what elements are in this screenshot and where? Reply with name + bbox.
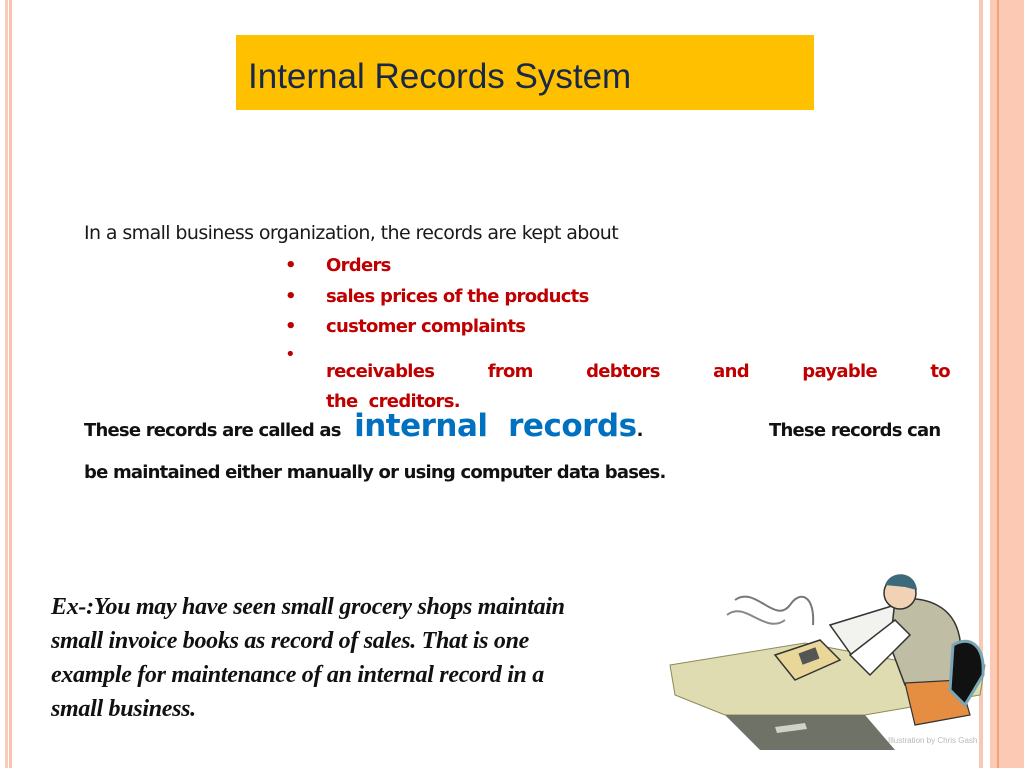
intro-text: In a small business organization, the re… [84, 222, 619, 244]
bullet-text: sales prices of the products [326, 285, 589, 307]
called-prefix: These records are called as [84, 420, 341, 441]
bullet-word: to [930, 361, 950, 382]
bullet-text: Orders [326, 255, 391, 276]
bullet-icon: • [285, 316, 297, 337]
slide-title: Internal Records System [248, 57, 632, 96]
bullet-word: payable [802, 361, 878, 382]
bullet-word: from [487, 361, 534, 382]
bullet-justified-line: receivables from debtors and payable to [326, 357, 951, 387]
called-period: . [636, 420, 644, 441]
accountant-at-desk-icon [669, 574, 986, 750]
bullet-text: customer complaints [326, 316, 526, 337]
bullet-icon: • [285, 344, 296, 365]
illustration-credit: Illustration by Chris Gash [888, 736, 978, 745]
example-paragraph: Ex-:You may have seen small grocery shop… [51, 590, 691, 726]
called-as-line: These records are called as internal rec… [84, 408, 643, 444]
example-line: Ex-:You may have seen small grocery shop… [51, 594, 565, 620]
bullet-word: and [713, 361, 749, 382]
bullet-icon: • [285, 285, 297, 307]
internal-records-highlight: internal records [354, 408, 637, 444]
example-line: example for maintenance of an internal r… [51, 662, 545, 688]
bullet-word: receivables [326, 361, 435, 382]
example-line: small invoice books as record of sales. … [51, 628, 530, 654]
left-border-stripe [9, 0, 12, 768]
bullet-icon: • [285, 255, 297, 276]
example-line: small business. [51, 696, 196, 722]
title-banner: Internal Records System [236, 35, 814, 110]
maintained-line: be maintained either manually or using c… [84, 462, 666, 483]
left-border-stripe [5, 0, 8, 768]
right-border-line [997, 0, 999, 768]
called-suffix: These records can [769, 420, 941, 441]
right-border-panel [990, 0, 1024, 768]
bullet-word: debtors [586, 361, 660, 382]
